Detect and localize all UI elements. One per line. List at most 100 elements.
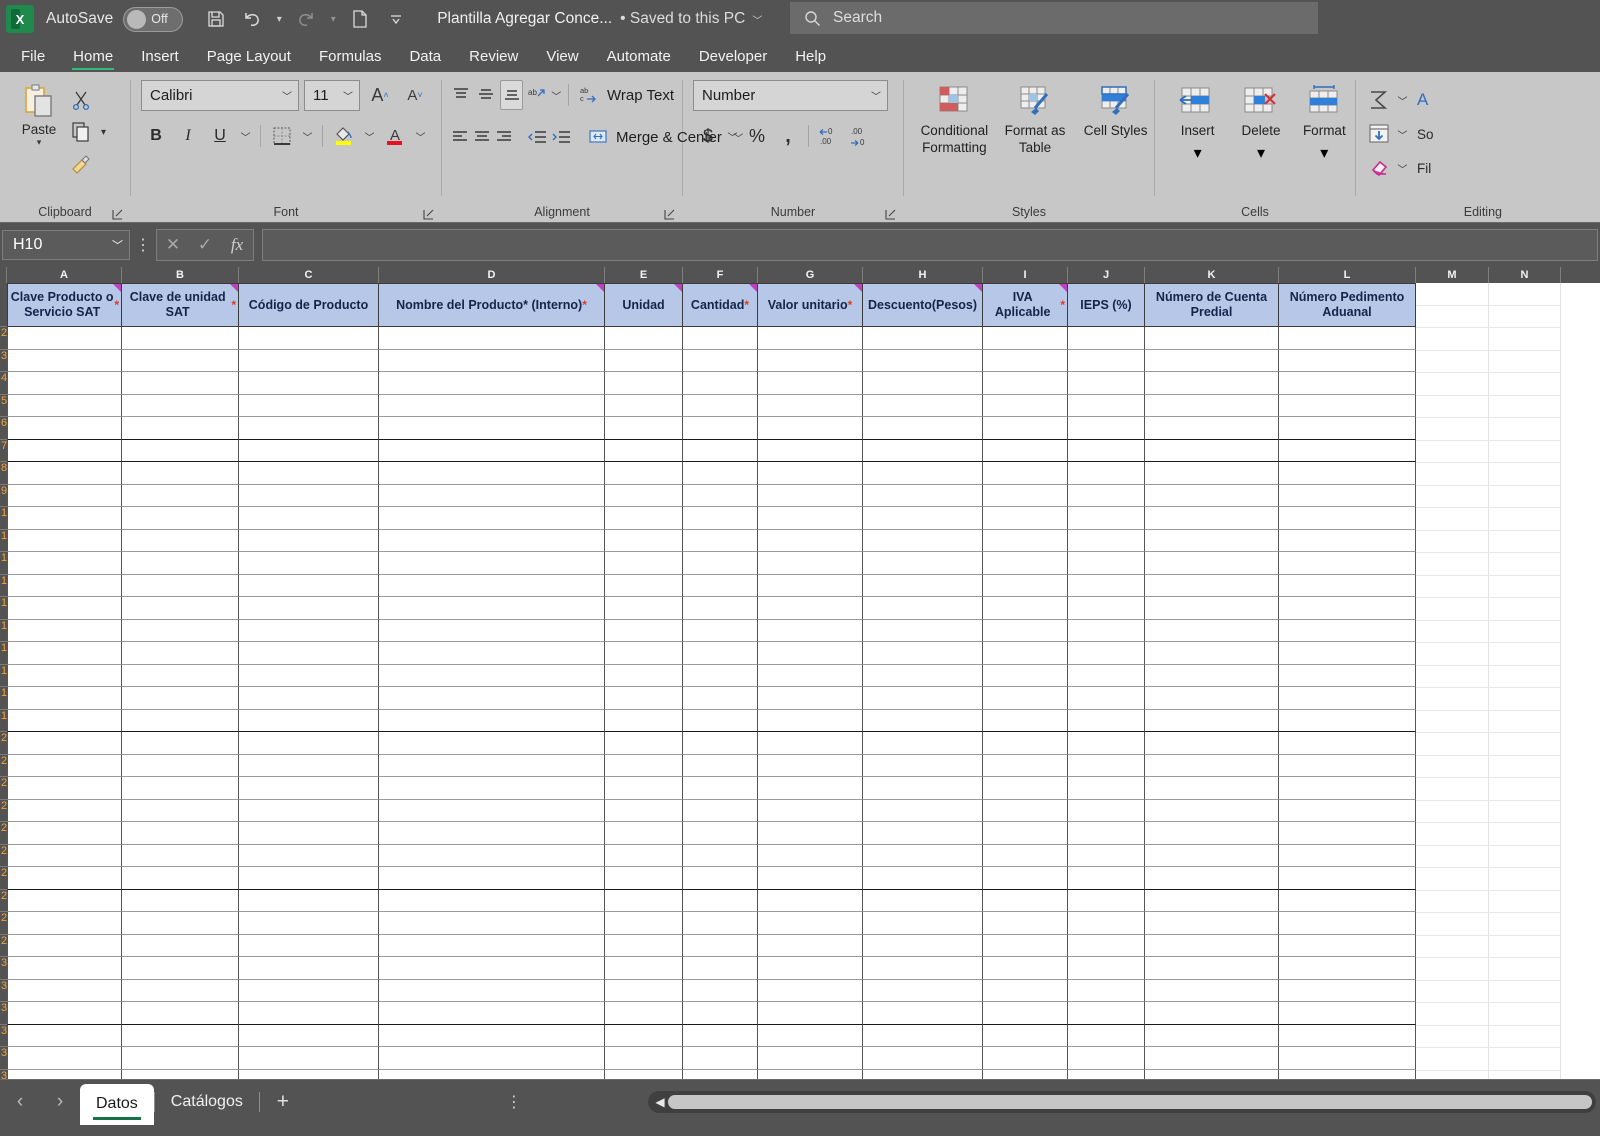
cell-a30[interactable] [7, 957, 122, 980]
row-header-15[interactable]: 15 [0, 620, 7, 642]
cell-g34[interactable] [758, 1047, 863, 1070]
cell-b26[interactable] [122, 867, 239, 890]
header-cell-i1[interactable]: IVA Aplicable * [983, 283, 1068, 327]
cell-g12[interactable] [758, 552, 863, 575]
cell-a23[interactable] [7, 799, 122, 822]
column-header-i[interactable]: I [983, 267, 1068, 283]
cell-a34[interactable] [7, 1047, 122, 1070]
cell-m19[interactable] [1416, 688, 1489, 711]
row-header-4[interactable]: 4 [0, 372, 7, 395]
format-as-table-button[interactable]: Format as Table [997, 78, 1074, 222]
insert-function-icon[interactable]: fx [221, 235, 253, 255]
cell-j29[interactable] [1068, 934, 1145, 957]
cell-m13[interactable] [1416, 553, 1489, 576]
cell-f24[interactable] [683, 822, 758, 845]
cell-j17[interactable] [1068, 664, 1145, 687]
cell-e11[interactable] [605, 529, 683, 552]
cell-n24[interactable] [1489, 800, 1561, 823]
cell-h9[interactable] [863, 484, 983, 507]
header-cell-b1[interactable]: Clave de unidad SAT * [122, 283, 239, 327]
cell-e6[interactable] [605, 417, 683, 440]
row-header-23[interactable]: 23 [0, 800, 7, 822]
cell-k11[interactable] [1145, 529, 1279, 552]
column-header-d[interactable]: D [379, 267, 605, 283]
cell-i27[interactable] [983, 889, 1068, 912]
cell-c4[interactable] [239, 372, 379, 395]
cell-f12[interactable] [683, 552, 758, 575]
cell-a24[interactable] [7, 822, 122, 845]
cell-c29[interactable] [239, 934, 379, 957]
cell-l5[interactable] [1279, 394, 1416, 417]
cell-g20[interactable] [758, 732, 863, 755]
cell-n6[interactable] [1489, 395, 1561, 418]
cell-b4[interactable] [122, 372, 239, 395]
cell-b17[interactable] [122, 664, 239, 687]
header-cell-j1[interactable]: IEPS (%) [1068, 283, 1145, 327]
cell-l14[interactable] [1279, 597, 1416, 620]
cell-f32[interactable] [683, 1002, 758, 1025]
cell-j11[interactable] [1068, 529, 1145, 552]
wrap-text-button[interactable]: ab c Wrap Text [575, 80, 682, 110]
cell-f4[interactable] [683, 372, 758, 395]
cell-j14[interactable] [1068, 597, 1145, 620]
cell-l28[interactable] [1279, 912, 1416, 935]
cell-c17[interactable] [239, 664, 379, 687]
cell-g23[interactable] [758, 799, 863, 822]
cell-h8[interactable] [863, 462, 983, 485]
cell-l33[interactable] [1279, 1024, 1416, 1047]
format-cells-button[interactable]: Format ▾ [1294, 78, 1355, 222]
cell-n11[interactable] [1489, 508, 1561, 531]
cell-g3[interactable] [758, 349, 863, 372]
cell-f31[interactable] [683, 979, 758, 1002]
cell-d20[interactable] [379, 732, 605, 755]
cell-b34[interactable] [122, 1047, 239, 1070]
cell-f23[interactable] [683, 799, 758, 822]
cell-i32[interactable] [983, 1002, 1068, 1025]
row-header-6[interactable]: 6 [0, 417, 7, 440]
cell-a12[interactable] [7, 552, 122, 575]
cell-k9[interactable] [1145, 484, 1279, 507]
clipboard-dialog-launcher-icon[interactable] [112, 207, 124, 220]
cell-b9[interactable] [122, 484, 239, 507]
header-cell-d1[interactable]: Nombre del Producto* (Interno) * [379, 283, 605, 327]
cell-e17[interactable] [605, 664, 683, 687]
cell-g5[interactable] [758, 394, 863, 417]
cell-n29[interactable] [1489, 913, 1561, 936]
cell-j21[interactable] [1068, 754, 1145, 777]
cell-i34[interactable] [983, 1047, 1068, 1070]
cell-e20[interactable] [605, 732, 683, 755]
cell-f28[interactable] [683, 912, 758, 935]
row-header-32[interactable]: 32 [0, 1002, 7, 1025]
cell-i10[interactable] [983, 507, 1068, 530]
autosum-button[interactable]: ﹀ [1366, 84, 1411, 116]
cell-b28[interactable] [122, 912, 239, 935]
cell-h30[interactable] [863, 957, 983, 980]
document-title[interactable]: Plantilla Agregar Conce... [437, 10, 612, 28]
cell-l23[interactable] [1279, 799, 1416, 822]
name-box-dropdown-icon[interactable]: ﹀ [112, 237, 123, 253]
cell-h6[interactable] [863, 417, 983, 440]
cell-a20[interactable] [7, 732, 122, 755]
underline-button[interactable]: U [205, 121, 235, 151]
cell-g26[interactable] [758, 867, 863, 890]
cell-n33[interactable] [1489, 1003, 1561, 1026]
cell-e28[interactable] [605, 912, 683, 935]
increase-indent-button[interactable] [550, 122, 572, 152]
comment-marker-icon[interactable] [674, 284, 682, 292]
cell-h34[interactable] [863, 1047, 983, 1070]
cell-n31[interactable] [1489, 958, 1561, 981]
cell-j12[interactable] [1068, 552, 1145, 575]
cell-n26[interactable] [1489, 845, 1561, 868]
cell-n19[interactable] [1489, 688, 1561, 711]
scroll-left-icon[interactable]: ◀ [652, 1095, 668, 1109]
cell-b16[interactable] [122, 642, 239, 665]
cell-l3[interactable] [1279, 349, 1416, 372]
tab-data[interactable]: Data [396, 44, 454, 72]
cell-m35[interactable] [1416, 1048, 1489, 1071]
cell-b20[interactable] [122, 732, 239, 755]
fill-color-dropdown-icon[interactable]: ﹀ [361, 121, 378, 151]
cell-l35[interactable] [1279, 1069, 1416, 1079]
cell-n2[interactable] [1489, 305, 1561, 328]
cell-k30[interactable] [1145, 957, 1279, 980]
cell-c27[interactable] [239, 889, 379, 912]
